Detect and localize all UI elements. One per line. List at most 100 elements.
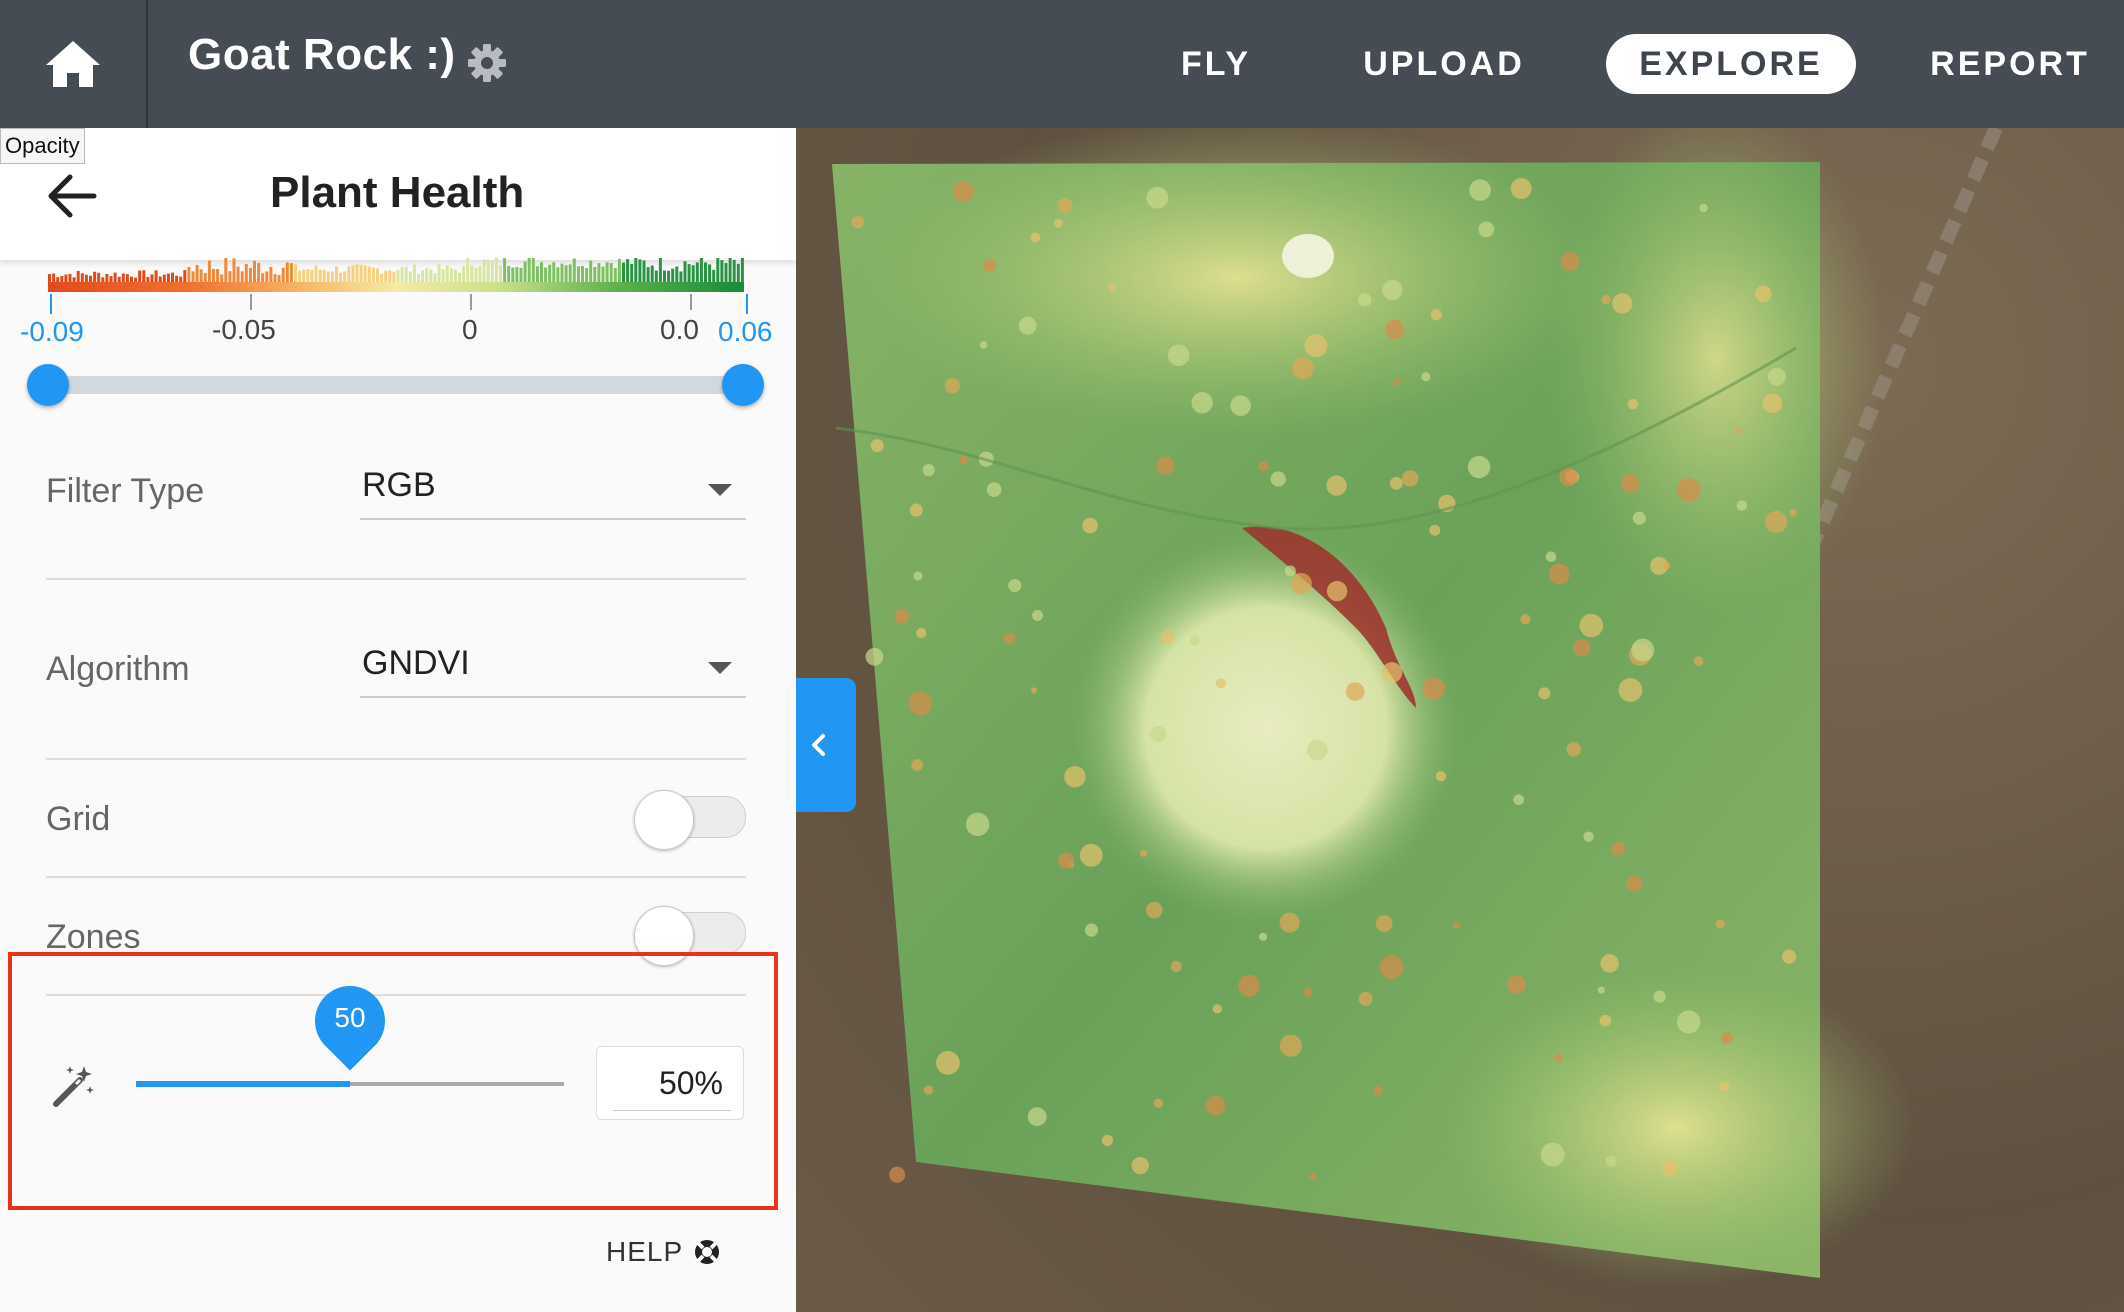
health-spot (923, 1085, 934, 1095)
histogram-bar (417, 273, 420, 282)
histogram-bar (494, 258, 498, 282)
nav-report[interactable]: REPORT (1920, 34, 2100, 94)
health-spot (1101, 1134, 1114, 1147)
histogram-bar (142, 270, 146, 282)
histogram-bar (470, 264, 474, 282)
algorithm-select[interactable]: GNDVI (360, 636, 746, 698)
zones-toggle[interactable] (634, 906, 746, 966)
health-spot (1676, 478, 1701, 502)
health-spot (1653, 990, 1666, 1003)
histogram-bar (236, 266, 240, 282)
filter-type-select[interactable]: RGB (360, 458, 746, 520)
histogram-bar (634, 258, 638, 282)
health-spot (1053, 218, 1063, 228)
health-spot (1003, 632, 1016, 645)
legend-tick-label: -0.05 (212, 314, 276, 345)
histogram-bar (490, 260, 494, 282)
health-spot (865, 647, 884, 666)
help-link[interactable]: HELP (606, 1236, 721, 1268)
histogram-bar (281, 267, 285, 282)
grid-toggle[interactable] (634, 790, 746, 850)
algorithm-label: Algorithm (46, 650, 190, 688)
histogram-bar (527, 258, 531, 282)
divider (46, 578, 746, 580)
health-spot (1108, 283, 1116, 291)
health-spot (1467, 455, 1491, 479)
health-spot (1238, 974, 1260, 997)
health-spot (909, 503, 923, 517)
home-button[interactable] (0, 0, 148, 128)
opacity-input[interactable]: 50% (596, 1046, 744, 1120)
histogram-bar (519, 267, 523, 282)
health-spot (1030, 232, 1041, 243)
health-spot (1599, 1014, 1612, 1027)
gear-icon[interactable] (466, 42, 508, 84)
health-spot (1145, 901, 1163, 919)
health-spot (1027, 1107, 1047, 1127)
legend-min-label: -0.09 (20, 316, 84, 347)
histogram-bar (199, 269, 203, 282)
range-max-handle[interactable] (722, 364, 764, 406)
health-spot (1626, 875, 1643, 892)
histogram-bar (437, 264, 441, 282)
histogram-bar (576, 266, 580, 282)
overlay-spot (1282, 234, 1334, 278)
opacity-slider-thumb[interactable]: 50 (300, 971, 400, 1071)
range-min-handle[interactable] (27, 364, 69, 406)
health-spot (1279, 912, 1300, 933)
nav-fly[interactable]: FLY (1166, 34, 1266, 94)
nav-explore[interactable]: EXPLORE (1606, 34, 1856, 94)
histogram-bar (195, 265, 199, 282)
health-spot (1435, 771, 1447, 782)
histogram-bar (597, 263, 601, 282)
nav-upload[interactable]: UPLOAD (1356, 34, 1532, 94)
histogram-bar (330, 271, 334, 282)
health-spot (911, 759, 924, 772)
project-title: Goat Rock :) (188, 30, 456, 79)
health-spot (1326, 580, 1348, 602)
histogram-bar (699, 258, 703, 282)
histogram-bar (556, 267, 560, 282)
histogram-bar (121, 273, 125, 282)
histogram-bar (232, 258, 236, 282)
histogram-bar (339, 272, 343, 282)
health-spot (1057, 852, 1075, 869)
health-spot (1548, 563, 1570, 585)
health-spot (1627, 398, 1639, 410)
histogram-bar (310, 269, 314, 282)
histogram-bar (265, 271, 269, 282)
health-spot (1601, 294, 1611, 305)
health-spot (1258, 461, 1269, 472)
health-spot (1153, 1098, 1164, 1109)
histogram-bar (248, 267, 252, 282)
histogram-bar (314, 265, 318, 282)
range-slider-track[interactable] (48, 376, 744, 394)
health-spot (1326, 475, 1347, 496)
health-spot (1307, 739, 1328, 761)
health-spot (1008, 578, 1022, 593)
map-view[interactable] (796, 128, 2124, 1312)
histogram-bar (408, 271, 412, 282)
health-spot (1030, 687, 1038, 694)
histogram-bar (138, 270, 142, 282)
health-spot (1661, 1159, 1678, 1176)
histogram-bar (125, 274, 129, 282)
histogram-bar (458, 272, 461, 282)
histogram-bar (687, 264, 691, 282)
health-spot (1566, 742, 1582, 757)
health-spot (916, 627, 927, 639)
collapse-panel-tab[interactable] (796, 678, 856, 812)
histogram-bar (302, 269, 306, 282)
histogram-bar (285, 262, 289, 282)
histogram-bar (474, 267, 478, 282)
health-color-gradient (48, 282, 744, 292)
back-arrow-icon[interactable] (44, 168, 100, 224)
opacity-thumb-value: 50 (334, 1002, 366, 1033)
health-spot (983, 259, 996, 272)
health-spot (1284, 565, 1296, 577)
legend-tick-label: 0.0 (660, 314, 699, 345)
top-bar: Goat Rock :) FLY UPLOAD EXPLORE REPORT (0, 0, 2124, 128)
health-spot (1469, 179, 1491, 201)
health-spot (1631, 638, 1655, 662)
histogram-bar (48, 274, 51, 282)
